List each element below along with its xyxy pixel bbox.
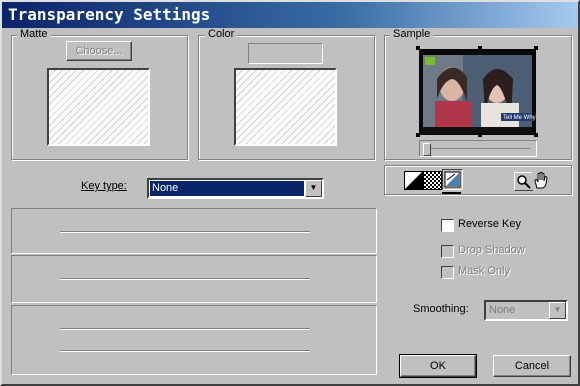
- drop-shadow-label: Drop Shadow: [458, 244, 525, 256]
- sample-frame-slider[interactable]: [419, 140, 537, 157]
- key-type-label: Key type:: [81, 180, 127, 192]
- key-type-value: None: [150, 181, 304, 196]
- ok-button[interactable]: OK: [399, 354, 477, 378]
- color-swatch: [234, 68, 337, 146]
- checkbox-box[interactable]: [441, 245, 454, 258]
- active-tool-underline: [442, 192, 461, 194]
- selection-handle[interactable]: [416, 46, 420, 50]
- selection-handle[interactable]: [478, 46, 482, 50]
- checkbox-box[interactable]: [441, 219, 454, 232]
- hand-icon[interactable]: [532, 171, 551, 190]
- key-parameter-panel-2: [11, 255, 377, 303]
- cancel-button[interactable]: Cancel: [493, 355, 571, 377]
- key-type-dropdown[interactable]: None ▼: [147, 178, 324, 199]
- color-group-label: Color: [205, 28, 238, 40]
- key-parameter-panel-1: [11, 208, 377, 254]
- zoom-icon[interactable]: [514, 172, 533, 191]
- smoothing-dropdown[interactable]: None ▼: [484, 300, 568, 321]
- smoothing-value: None: [489, 304, 516, 316]
- selection-handle[interactable]: [534, 46, 538, 50]
- checkbox-box[interactable]: [441, 266, 454, 279]
- slider-placeholder-line: [60, 231, 310, 233]
- key-out-background-icon[interactable]: [442, 169, 463, 190]
- slider-track: [426, 148, 530, 149]
- selection-handle[interactable]: [478, 133, 482, 137]
- choose-button[interactable]: Choose...: [66, 41, 132, 61]
- checkerboard-background-icon[interactable]: [423, 171, 442, 190]
- title-bar[interactable]: Transparency Settings: [2, 2, 578, 28]
- selection-handle[interactable]: [416, 133, 420, 137]
- smoothing-label: Smoothing:: [413, 303, 469, 315]
- transparency-settings-dialog: Transparency Settings Matte Choose... Co…: [0, 0, 580, 386]
- chevron-down-icon[interactable]: ▼: [549, 302, 566, 319]
- slider-placeholder-line: [60, 328, 310, 330]
- mask-only-label: Mask Only: [458, 265, 510, 277]
- slider-placeholder-line: [60, 278, 310, 280]
- black-white-background-icon[interactable]: [404, 171, 423, 190]
- selection-handle[interactable]: [534, 133, 538, 137]
- key-parameter-panel-3: [11, 305, 377, 375]
- slider-thumb[interactable]: [423, 143, 431, 156]
- reverse-key-label: Reverse Key: [458, 218, 521, 230]
- matte-group-label: Matte: [17, 28, 51, 40]
- window-title: Transparency Settings: [8, 5, 211, 24]
- matte-swatch: [47, 68, 150, 146]
- sample-caption-text: Tell Me Why: [503, 115, 536, 121]
- color-value-box[interactable]: [248, 43, 323, 64]
- sample-preview-image: Tell Me Why: [419, 49, 536, 135]
- slider-placeholder-line: [60, 350, 310, 352]
- chevron-down-icon[interactable]: ▼: [305, 180, 322, 197]
- sample-group-label: Sample: [390, 28, 434, 40]
